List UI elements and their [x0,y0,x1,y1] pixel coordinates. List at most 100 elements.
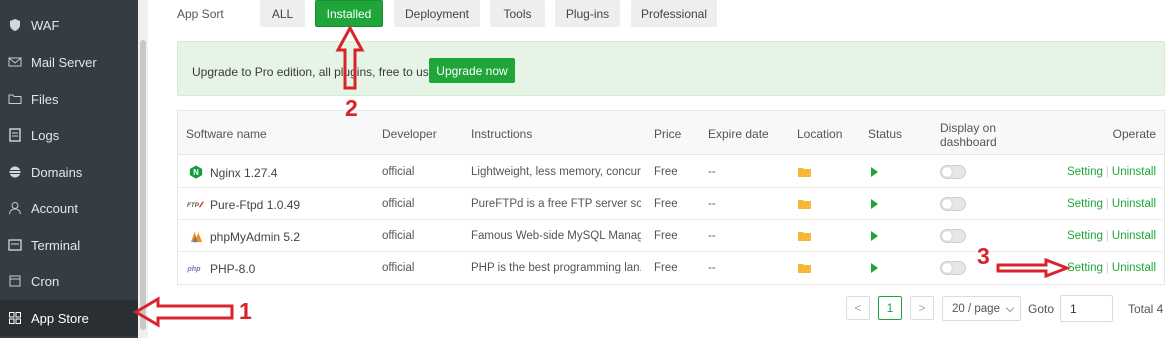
user-icon [7,200,23,216]
table-row: FTP Pure-Ftpd 1.0.49 official PureFTPd i… [178,188,1164,220]
chevron-down-icon [1005,303,1015,313]
total-count: Total 4 [1128,302,1164,316]
expire-date: -- [708,198,716,210]
upgrade-banner-text: Upgrade to Pro edition, all plugins, fre… [192,65,439,79]
header-operate: Operate [1112,127,1156,141]
uninstall-link[interactable]: Uninstall [1112,198,1156,210]
operate-links: Setting | Uninstall [1067,230,1156,242]
play-icon[interactable] [871,167,878,177]
header-expire-date: Expire date [708,127,769,141]
tab-deployment[interactable]: Deployment [394,0,480,27]
sidebar-item-files[interactable]: Files [0,81,138,117]
play-icon[interactable] [871,231,878,241]
sidebar-item-account[interactable]: Account [0,190,138,226]
sidebar-item-label: Domains [31,164,83,180]
sidebar-item-mail-server[interactable]: Mail Server [0,44,138,80]
sidebar-item-label: Terminal [31,237,81,253]
developer: official [382,166,415,178]
expire-date: -- [708,166,716,178]
tab-professional[interactable]: Professional [631,0,717,27]
setting-link[interactable]: Setting [1067,198,1103,210]
tab-all[interactable]: ALL [260,0,305,27]
sidebar-item-domains[interactable]: Domains [0,154,138,190]
software-name[interactable]: Nginx 1.27.4 [210,166,277,180]
ftp-icon: FTP [186,196,206,212]
folder-icon[interactable] [798,262,811,273]
sidebar-item-app-store[interactable]: App Store [0,300,138,336]
annotation-step-2: 2 [345,95,358,121]
software-name[interactable]: PHP-8.0 [210,262,255,276]
nginx-icon: N [188,164,204,180]
sidebar-item-label: Account [31,200,78,216]
instructions: PHP is the best programming lan... [471,262,641,274]
tab-installed[interactable]: Installed [315,0,383,27]
dashboard-toggle[interactable] [940,229,966,243]
operate-links: Setting | Uninstall [1067,262,1156,274]
page-size-select[interactable]: 20 / page [942,296,1021,321]
dashboard-toggle[interactable] [940,197,966,211]
goto-page-input[interactable] [1060,295,1113,322]
globe-icon [7,164,23,180]
uninstall-link[interactable]: Uninstall [1112,166,1156,178]
next-page-button[interactable]: > [910,296,934,320]
folder-icon[interactable] [798,230,811,241]
arrow-1 [133,296,234,328]
svg-text:FTP: FTP [187,202,200,209]
play-icon[interactable] [871,263,878,273]
sidebar-item-logs[interactable]: Logs [0,117,138,153]
expire-date: -- [708,262,716,274]
terminal-icon [7,237,23,253]
setting-link[interactable]: Setting [1067,262,1103,274]
calendar-icon [7,273,23,289]
folder-icon[interactable] [798,166,811,177]
software-name[interactable]: Pure-Ftpd 1.0.49 [210,198,300,212]
sidebar: WAF Mail Server Files Logs Domains Accou… [0,0,138,338]
sidebar-item-cron[interactable]: Cron [0,263,138,299]
goto-label: Goto [1028,302,1055,316]
sidebar-item-label: App Store [31,310,89,326]
tab-tools[interactable]: Tools [490,0,545,27]
folder-icon[interactable] [798,198,811,209]
developer: official [382,198,415,210]
prev-page-button[interactable]: < [846,296,870,320]
page-number-button[interactable]: 1 [878,296,902,320]
folder-icon [7,91,23,107]
sidebar-item-label: Logs [31,127,60,143]
upgrade-now-button[interactable]: Upgrade now [429,58,515,83]
header-price: Price [654,127,682,141]
setting-link[interactable]: Setting [1067,230,1103,242]
sidebar-item-label: Cron [31,273,60,289]
uninstall-link[interactable]: Uninstall [1112,262,1156,274]
grid-icon [7,310,23,326]
developer: official [382,262,415,274]
php-icon: php [186,260,204,276]
header-display-on-dashboard: Display on dashboard [940,121,997,149]
setting-link[interactable]: Setting [1067,166,1103,178]
upgrade-banner: Upgrade to Pro edition, all plugins, fre… [177,41,1165,96]
table-row: N Nginx 1.27.4 official Lightweight, les… [178,156,1164,188]
sidebar-scrollbar-thumb[interactable] [140,40,146,330]
expire-date: -- [708,230,716,242]
software-name[interactable]: phpMyAdmin 5.2 [210,230,300,244]
sidebar-item-label: Files [31,91,59,107]
price: Free [654,230,678,242]
annotation-step-1: 1 [239,298,252,324]
dashboard-toggle[interactable] [940,165,966,179]
sidebar-item-waf[interactable]: WAF [0,7,138,43]
sidebar-item-terminal[interactable]: Terminal [0,227,138,263]
operate-links: Setting | Uninstall [1067,198,1156,210]
shield-icon [7,17,23,33]
price: Free [654,166,678,178]
instructions: Lightweight, less memory, concurr... [471,166,641,178]
sidebar-item-label: WAF [31,17,60,33]
play-icon[interactable] [871,199,878,209]
sidebar-item-label: Mail Server [31,54,97,70]
uninstall-link[interactable]: Uninstall [1112,230,1156,242]
price: Free [654,262,678,274]
header-developer: Developer [382,127,437,141]
table-row: php PHP-8.0 official PHP is the best pro… [178,252,1164,284]
dashboard-toggle[interactable] [940,261,966,275]
tab-plug-ins[interactable]: Plug-ins [555,0,620,27]
table-header: Software name Developer Instructions Pri… [178,111,1164,155]
annotation-step-3: 3 [977,243,990,269]
